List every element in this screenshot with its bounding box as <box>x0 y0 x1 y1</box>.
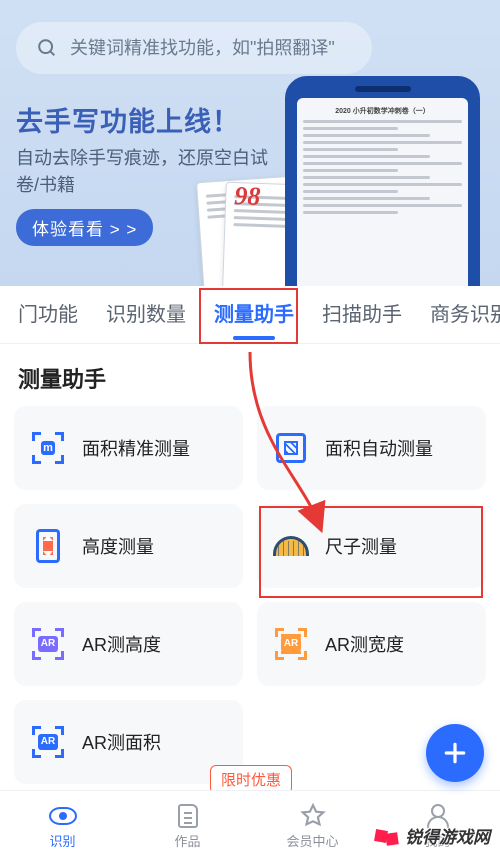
watermark-logo-icon <box>375 830 401 842</box>
card-ar-area[interactable]: AR AR测面积 <box>14 700 243 784</box>
card-label: 面积自动测量 <box>325 435 433 461</box>
nav-label: 会员中心 <box>286 831 338 850</box>
card-area-precise[interactable]: m 面积精准测量 <box>14 406 243 490</box>
card-label: AR测面积 <box>82 729 161 755</box>
card-ar-width[interactable]: AR AR测宽度 <box>257 602 486 686</box>
try-now-button[interactable]: 体验看看 > > <box>16 209 153 246</box>
tab-scan[interactable]: 扫描助手 <box>308 286 416 344</box>
card-label: 尺子测量 <box>325 533 397 559</box>
nav-label: 作品 <box>174 831 200 850</box>
nav-works[interactable]: 作品 <box>125 804 250 850</box>
plus-icon <box>442 740 468 766</box>
search-icon <box>36 37 58 59</box>
eye-icon <box>49 804 77 828</box>
card-height[interactable]: 高度测量 <box>14 504 243 588</box>
banner-title: 去手写功能上线！ <box>16 100 484 139</box>
watermark-brand: 锐得游戏网 <box>405 823 490 848</box>
document-icon <box>174 804 202 828</box>
card-ar-height[interactable]: AR AR测高度 <box>14 602 243 686</box>
area-precise-icon: m <box>28 428 68 468</box>
banner-subtitle: 自动去除手写痕迹，还原空白试卷/书籍 <box>16 145 276 199</box>
feature-grid: m 面积精准测量 面积自动测量 高度测量 尺子测量 AR AR测高度 AR AR… <box>0 406 500 796</box>
tab-recognition-count[interactable]: 识别数量 <box>92 286 200 344</box>
ar-height-icon: AR <box>28 624 68 664</box>
add-fab[interactable] <box>426 724 484 782</box>
ruler-icon <box>271 526 311 566</box>
tab-popular[interactable]: 门功能 <box>4 286 92 344</box>
ar-area-icon: AR <box>28 722 68 762</box>
category-tabs: 门功能 识别数量 测量助手 扫描助手 商务识别 <box>0 286 500 344</box>
nav-label: 识别 <box>49 831 75 850</box>
height-icon <box>28 526 68 566</box>
section-title: 测量助手 <box>0 344 500 406</box>
card-label: 高度测量 <box>82 533 154 559</box>
card-label: 面积精准测量 <box>82 435 190 461</box>
tab-business[interactable]: 商务识别 <box>416 286 500 344</box>
watermark: 锐得游戏网 <box>375 823 490 848</box>
ar-width-icon: AR <box>271 624 311 664</box>
nav-recognize[interactable]: 识别 <box>0 804 125 850</box>
search-bar[interactable] <box>16 22 372 74</box>
card-area-auto[interactable]: 面积自动测量 <box>257 406 486 490</box>
star-icon <box>299 804 327 828</box>
promo-banner: 去手写功能上线！ 自动去除手写痕迹，还原空白试卷/书籍 体验看看 > > 98 … <box>0 0 500 286</box>
card-label: AR测宽度 <box>325 631 404 657</box>
area-auto-icon <box>271 428 311 468</box>
search-input[interactable] <box>70 38 352 59</box>
card-label: AR测高度 <box>82 631 161 657</box>
nav-membership[interactable]: 会员中心 <box>250 804 375 850</box>
tab-measurement[interactable]: 测量助手 <box>200 286 308 344</box>
card-ruler[interactable]: 尺子测量 <box>257 504 486 588</box>
